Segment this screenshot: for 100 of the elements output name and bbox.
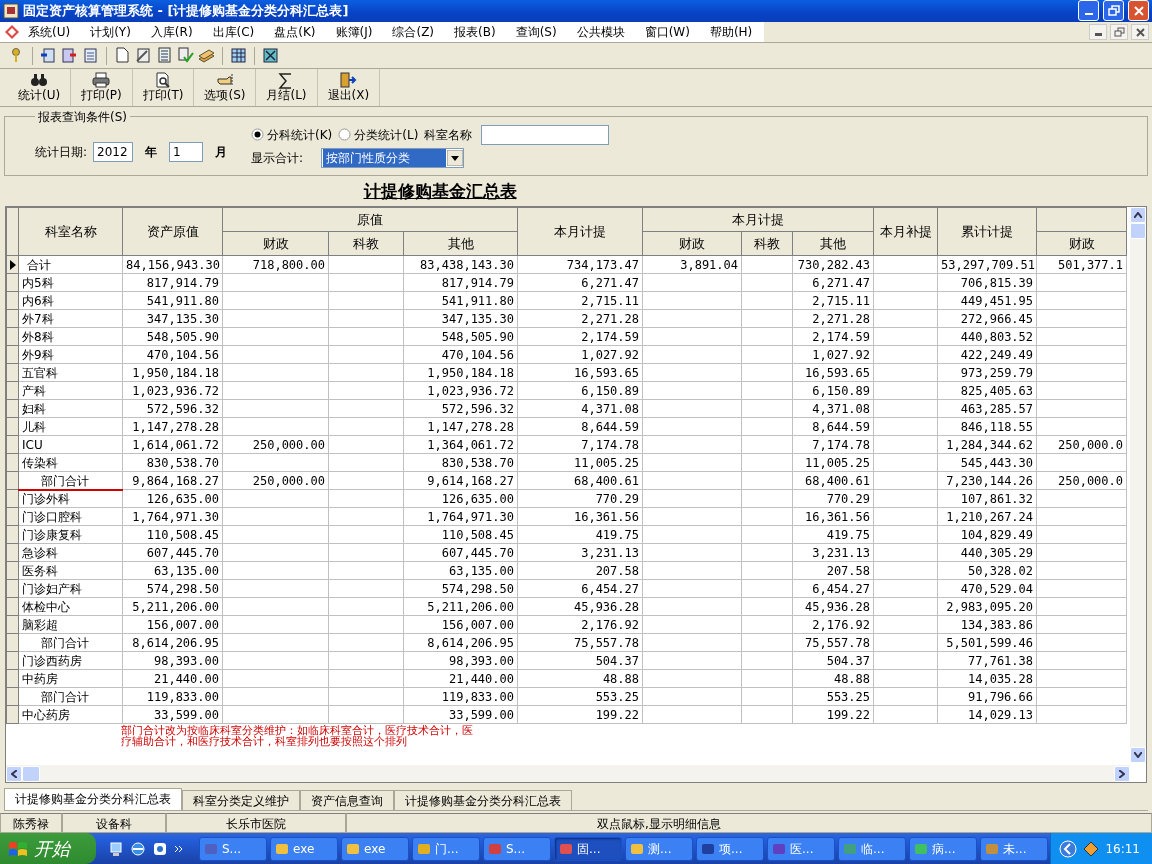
minimize-icon [1084, 13, 1093, 16]
taskbar-button[interactable]: S... [199, 836, 267, 861]
table-cell: 250,000.00 [222, 471, 329, 490]
mdi-minimize-button[interactable] [1089, 24, 1107, 41]
toolbar-button[interactable]: 月结(L) [256, 69, 318, 106]
table-cell: 973,259.79 [937, 363, 1037, 382]
scroll-down-button[interactable] [1130, 747, 1146, 763]
menu-item[interactable]: 窗口(W) [636, 23, 702, 42]
browser-icon[interactable] [130, 840, 146, 857]
taskbar-button[interactable]: 测... [625, 836, 693, 861]
clock: 16:11 [1105, 840, 1140, 858]
radio-option[interactable]: 分类统计(L) [338, 125, 419, 144]
scroll-thumb[interactable] [1130, 223, 1146, 240]
table-cell: 463,285.57 [937, 399, 1037, 418]
toolbar-button[interactable]: 选项(S) [194, 69, 257, 106]
taskbar-button[interactable]: S... [483, 836, 551, 861]
table-cell: 11,005.25 [517, 453, 643, 472]
menu-item[interactable]: 计划(Y) [82, 23, 143, 42]
table-cell: 272,966.45 [937, 309, 1037, 328]
menu-item[interactable]: 账簿(J) [327, 23, 385, 42]
clipboard-icon[interactable] [82, 47, 99, 65]
minimize-button[interactable] [1078, 0, 1099, 22]
table-cell: 1,210,267.24 [937, 507, 1037, 526]
table-cell: 98,393.00 [122, 651, 223, 670]
table-cell: 825,405.63 [937, 381, 1037, 400]
scroll-right-button[interactable] [1114, 765, 1130, 782]
document-tab[interactable]: 科室分类定义维护 [182, 790, 300, 810]
close-button[interactable] [1128, 0, 1149, 22]
table-cell: 1,764,971.30 [122, 507, 223, 526]
taskbar-button[interactable]: 固... [554, 836, 622, 861]
table-cell: 33,599.00 [403, 705, 518, 724]
menu-item[interactable]: 出库(C) [204, 23, 267, 42]
year-field[interactable]: 2012 [93, 142, 134, 163]
table-cell: 607,445.70 [122, 543, 223, 562]
table-cell: 1,147,278.28 [122, 417, 223, 436]
table-cell: 50,328.02 [937, 561, 1037, 580]
document-tab[interactable]: 计提修购基金分类分科汇总表 [4, 788, 182, 810]
scroll-up-button[interactable] [1130, 207, 1146, 224]
dept-name-field[interactable] [481, 124, 610, 145]
menu-item[interactable]: 帮助(H) [701, 23, 765, 42]
taskbar-button[interactable]: 未... [980, 836, 1048, 861]
vertical-scrollbar[interactable] [1130, 207, 1146, 763]
chevron-right-icon[interactable] [174, 843, 184, 854]
table-cell: 2,176.92 [792, 615, 874, 634]
document-tab[interactable]: 资产信息查询 [300, 790, 394, 810]
chevron-left-icon[interactable] [1059, 839, 1078, 858]
mdi-restore-button[interactable] [1110, 24, 1128, 41]
taskbar-button[interactable]: 门... [412, 836, 480, 861]
scroll-left-button[interactable] [6, 765, 22, 782]
menu-item[interactable]: 报表(B) [446, 23, 508, 42]
mdi-close-button[interactable] [1131, 24, 1149, 41]
menu-item[interactable]: 系统(U) [20, 23, 83, 42]
toolbar-button[interactable]: 统计(U) [8, 69, 72, 106]
close-window-icon[interactable] [262, 47, 279, 65]
table-cell: 21,440.00 [403, 669, 518, 688]
blank-page-icon[interactable] [114, 47, 131, 65]
start-button[interactable]: 开始 [0, 833, 96, 864]
month-field[interactable]: 1 [169, 142, 204, 163]
table-cell: 48.88 [792, 669, 874, 688]
scroll-thumb[interactable] [22, 765, 40, 782]
books-icon[interactable] [198, 47, 215, 65]
dept-name-cell: 内6科 [18, 291, 123, 310]
toolbar-button[interactable]: 打印(P) [71, 69, 133, 106]
chevron-down-icon [1134, 752, 1142, 758]
menu-item[interactable]: 综合(Z) [384, 23, 447, 42]
app-launcher-icon[interactable] [152, 840, 168, 857]
document-in-icon[interactable] [40, 47, 57, 65]
report-page-icon[interactable] [156, 47, 173, 65]
taskbar-button[interactable]: 医... [767, 836, 835, 861]
toolbar-button[interactable]: 打印(T) [132, 69, 195, 106]
toolbar-button[interactable]: 退出(X) [317, 69, 381, 106]
tray-app-icon[interactable] [1083, 840, 1100, 857]
restore-button[interactable] [1103, 0, 1124, 22]
total-dropdown[interactable]: 按部门性质分类 [321, 147, 465, 168]
app-icon [843, 841, 857, 856]
check-page-icon[interactable] [177, 47, 194, 65]
taskbar-button[interactable]: 临... [838, 836, 906, 861]
taskbar-button[interactable]: exe [341, 836, 409, 861]
taskbar-button[interactable]: 病... [909, 836, 977, 861]
document-tab[interactable]: 计提修购基金分类分科汇总表 [394, 790, 572, 810]
table-cell: 470,529.04 [937, 579, 1037, 598]
menu-item[interactable]: 入库(R) [142, 23, 205, 42]
grid-icon[interactable] [230, 47, 247, 65]
radio-option[interactable]: 分科统计(K) [251, 125, 333, 144]
table-cell: 134,383.86 [937, 615, 1037, 634]
dept-name-cell: ICU [18, 435, 123, 454]
table-cell: 2,715.11 [517, 291, 643, 310]
table-cell: 553.25 [792, 687, 874, 706]
desktop-icon[interactable] [108, 840, 124, 857]
edit-page-icon[interactable] [135, 47, 152, 65]
taskbar-button[interactable]: 项... [696, 836, 764, 861]
dept-name-cell: 外8科 [18, 327, 123, 346]
horizontal-scrollbar[interactable] [6, 765, 1130, 782]
menu-item[interactable]: 查询(S) [507, 23, 569, 42]
taskbar-button[interactable]: exe [270, 836, 338, 861]
column-header: 本月计提 [642, 207, 874, 232]
document-out-icon[interactable] [61, 47, 78, 65]
chevron-right-icon [1119, 769, 1125, 778]
menu-item[interactable]: 公共模块 [568, 23, 637, 42]
menu-item[interactable]: 盘点(K) [266, 23, 328, 42]
